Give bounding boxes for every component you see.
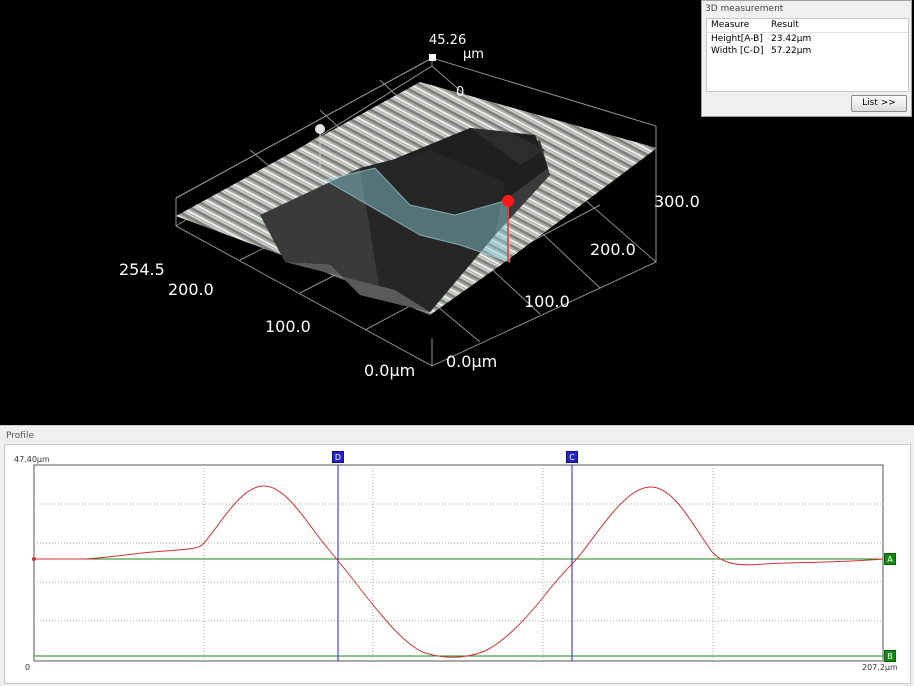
col-measure: Measure [711,20,750,30]
axis-left-tick: 200.0 [168,280,214,299]
profile-plot[interactable]: 47.40μm 0 207.2μm D C A B [4,444,911,684]
curve-start-point [32,557,36,561]
axis-right-tick: 0.0μm [446,352,498,371]
z-unit: μm [463,47,484,62]
measurement-panel: 3D measurement Measure Result Height[A-B… [701,0,912,117]
x-min-label: 0 [25,663,31,672]
col-result: Result [771,20,799,30]
axis-right-tick: 100.0 [524,292,570,311]
axis-left-tick: 100.0 [265,317,311,336]
marker-d[interactable]: D [332,451,344,463]
list-button[interactable]: List >> [851,95,907,112]
measure-name: Height[A-B] [711,34,763,44]
axis-right-tick: 300.0 [654,192,700,211]
marker-white-point[interactable] [315,124,325,134]
measure-result: 57.22μm [771,46,812,56]
table-row[interactable]: Height[A-B] 23.42μm [707,33,908,45]
profile-title: Profile [6,431,34,441]
marker-red-point[interactable] [502,195,514,207]
measurement-table-header: Measure Result [707,19,908,33]
z-zero: 0 [456,85,465,100]
measurement-table: Measure Result Height[A-B] 23.42μm Width… [706,18,909,92]
measure-name: Width [C-D] [711,46,764,56]
profile-panel: Profile 47.40μm 0 207.2μm D C A B [0,425,914,686]
z-max-value: 45.26 [429,33,467,48]
z-axis-marker [429,54,436,61]
marker-b[interactable]: B [884,650,896,662]
surface-mesh [176,82,657,315]
plot-frame [33,464,884,662]
y-max-label: 47.40μm [14,455,50,464]
marker-c[interactable]: C [566,451,578,463]
profile-chart[interactable] [5,445,910,683]
axis-left-tick: 0.0μm [364,361,416,380]
x-max-label: 207.2μm [862,663,898,672]
measure-result: 23.42μm [771,34,812,44]
axis-left-tick: 254.5 [119,260,165,279]
marker-a[interactable]: A [884,553,896,565]
measurement-panel-title: 3D measurement [705,4,784,14]
axis-right-tick: 200.0 [590,240,636,259]
table-row[interactable]: Width [C-D] 57.22μm [707,45,908,57]
